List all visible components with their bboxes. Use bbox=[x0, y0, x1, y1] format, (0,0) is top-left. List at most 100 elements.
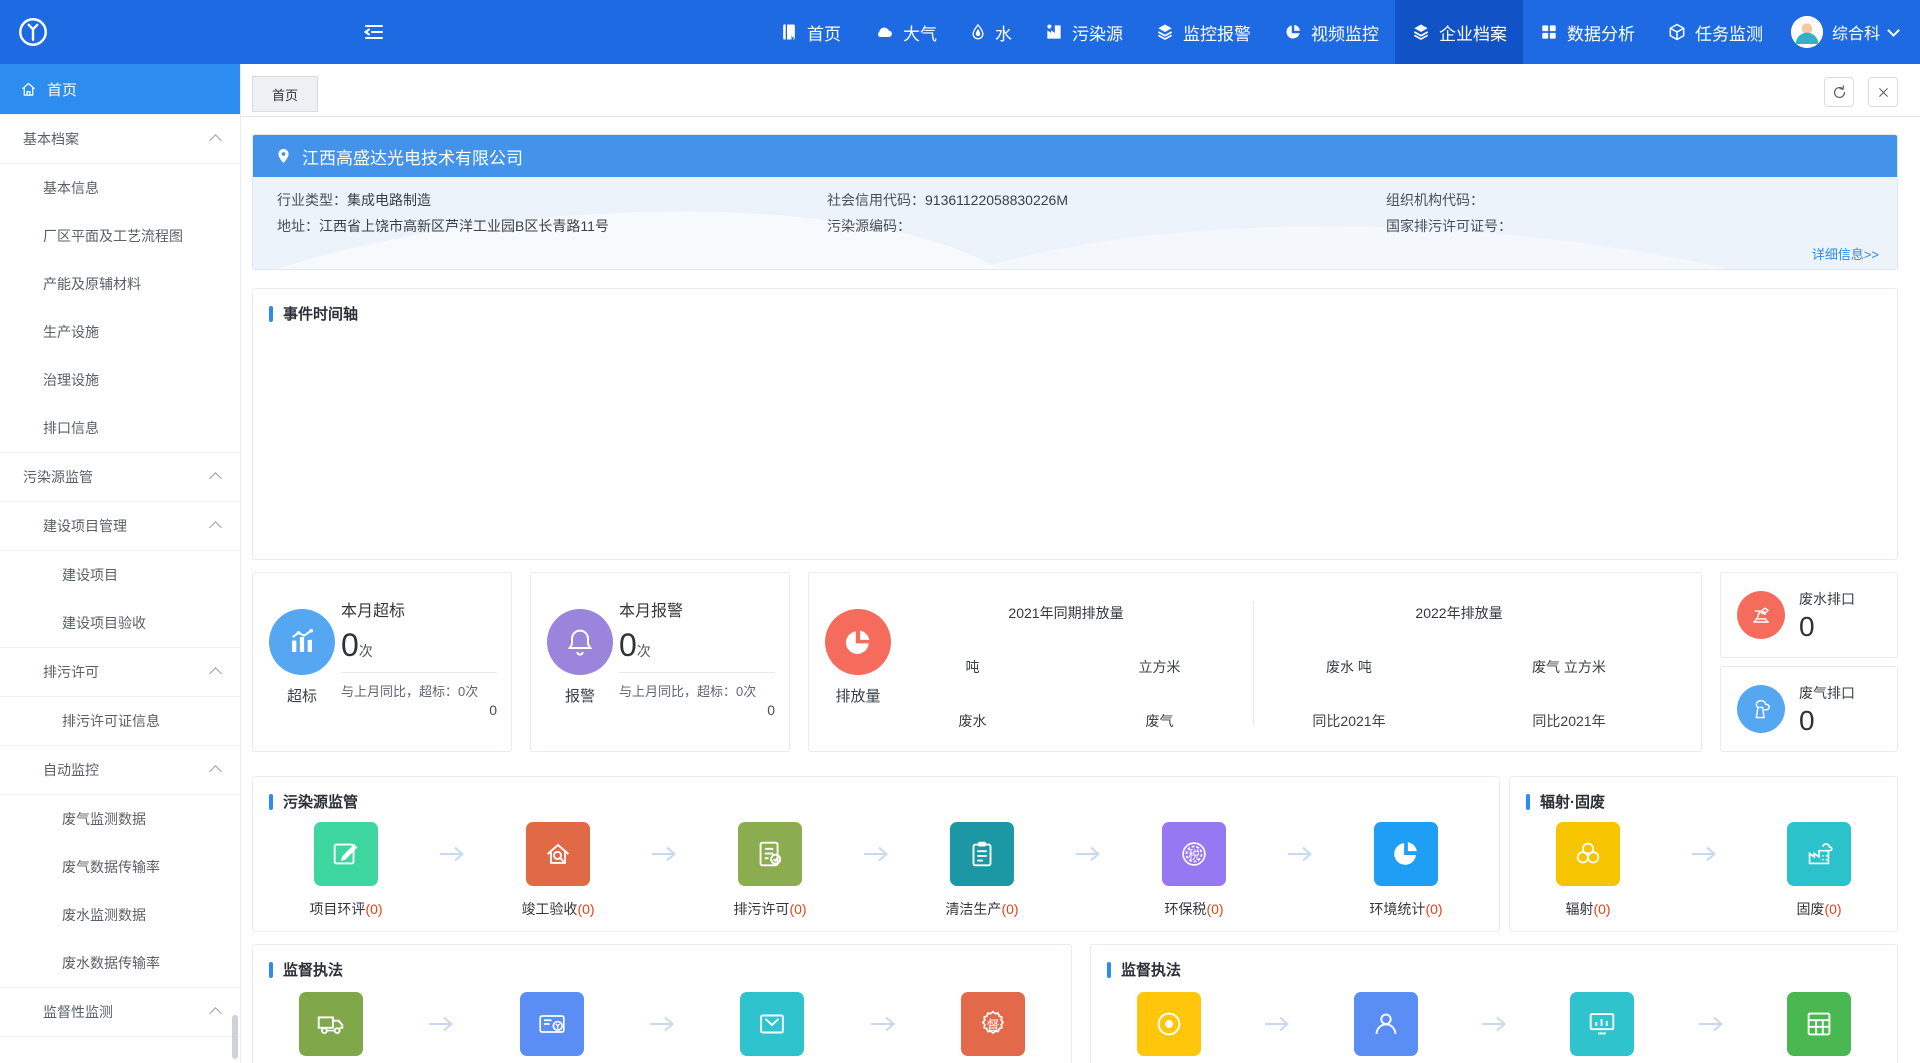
pie-chart-icon bbox=[1389, 837, 1423, 871]
sidebar-item-production-facility[interactable]: 生产设施 bbox=[0, 308, 240, 356]
document-check-icon bbox=[753, 837, 787, 871]
workflow-item-solid-waste[interactable]: 固废(0) bbox=[1759, 822, 1879, 919]
chevron-down-icon bbox=[1887, 24, 1900, 37]
sidebar-item-label: 排口信息 bbox=[43, 418, 99, 438]
sidebar-group-basic-archive[interactable]: 基本档案 bbox=[0, 114, 240, 164]
sidebar-group-supervisory-monitoring[interactable]: 监督性监测 bbox=[0, 987, 240, 1037]
field-org-code: 组织机构代码： bbox=[1386, 190, 1484, 210]
refresh-button[interactable] bbox=[1824, 77, 1854, 107]
sidebar-item-water-monitor-data[interactable]: 废水监测数据 bbox=[0, 891, 240, 939]
chevron-up-icon bbox=[209, 765, 222, 778]
emission-cell: 废水 吨 bbox=[1239, 657, 1459, 677]
monthly-overlimit-card: 超标 本月超标 0次 与上月同比，超标：0次 0 bbox=[252, 572, 512, 752]
workflow-item-completion-acceptance[interactable]: 竣工验收(0) bbox=[493, 822, 623, 919]
alarm-title: 本月报警 bbox=[619, 597, 775, 621]
nav-item-water[interactable]: 水 bbox=[953, 0, 1028, 64]
workflow-item-environment-statistics[interactable]: 环境统计(0) bbox=[1341, 822, 1471, 919]
sidebar-group-pollution-supervision[interactable]: 污染源监管 bbox=[0, 452, 240, 502]
sidebar-item-gas-monitor-data[interactable]: 废气监测数据 bbox=[0, 795, 240, 843]
nav-item-air[interactable]: 大气 bbox=[857, 0, 953, 64]
sidebar-item-label: 建设项目验收 bbox=[62, 613, 146, 633]
detail-info-link[interactable]: 详细信息>> bbox=[1812, 244, 1879, 263]
nav-item-monitor-alarm[interactable]: 监控报警 bbox=[1139, 0, 1267, 64]
section-title: 事件时间轴 bbox=[283, 303, 358, 324]
sidebar-group-construction-project-mgmt[interactable]: 建设项目管理 bbox=[0, 502, 240, 551]
gas-outlet-card[interactable]: 废气排口 0 bbox=[1720, 666, 1898, 752]
sidebar-item-basic-info[interactable]: 基本信息 bbox=[0, 164, 240, 212]
gas-outlet-value: 0 bbox=[1799, 705, 1815, 737]
section-bar bbox=[1526, 794, 1530, 810]
page-content: 江西高盛达光电技术有限公司 行业类型：集成电路制造 社会信用代码：9136112… bbox=[240, 116, 1920, 1063]
water-outlet-title: 废水排口 bbox=[1799, 589, 1855, 609]
law-enforcement-card-right: 监督执法 bbox=[1090, 944, 1898, 1063]
home-icon bbox=[20, 81, 37, 98]
workflow-item-discharge-permit[interactable]: 排污许可(0) bbox=[705, 822, 835, 919]
sidebar-collapse-icon[interactable] bbox=[362, 20, 386, 44]
close-icon[interactable] bbox=[1868, 77, 1898, 107]
nav-item-data-analysis[interactable]: 数据分析 bbox=[1523, 0, 1651, 64]
water-pump-icon bbox=[1747, 601, 1775, 629]
water-outlet-circle bbox=[1737, 591, 1785, 639]
law-item-record-table[interactable] bbox=[1771, 992, 1867, 1056]
divider bbox=[619, 672, 775, 673]
sidebar-item-plant-layout[interactable]: 厂区平面及工艺流程图 bbox=[0, 212, 240, 260]
tab-home[interactable]: 首页 bbox=[252, 76, 318, 112]
alarm-value: 0次 bbox=[619, 627, 775, 664]
sidebar-item-label: 自动监控 bbox=[43, 760, 99, 780]
monthly-alarm-card: 报警 本月报警 0次 与上月同比，超标：0次 0 bbox=[530, 572, 790, 752]
event-timeline-card: 事件时间轴 bbox=[252, 288, 1898, 560]
company-header: 江西高盛达光电技术有限公司 bbox=[253, 135, 1897, 177]
law-item-penalty-ticket[interactable] bbox=[504, 992, 600, 1056]
law-item-monitor-report[interactable] bbox=[1554, 992, 1650, 1056]
nav-item-task-monitor[interactable]: 任务监测 bbox=[1651, 0, 1779, 64]
arrow-right-icon bbox=[600, 992, 725, 1056]
law-item-patrol-truck[interactable] bbox=[283, 992, 379, 1056]
sidebar-item-outlet-info[interactable]: 排口信息 bbox=[0, 404, 240, 452]
law-item-supervision-badge[interactable]: 督 bbox=[945, 992, 1041, 1056]
sidebar-item-gas-transfer-rate[interactable]: 废气数据传输率 bbox=[0, 843, 240, 891]
sidebar-item-construction-acceptance[interactable]: 建设项目验收 bbox=[0, 599, 240, 647]
sidebar-item-label: 废水数据传输率 bbox=[62, 953, 160, 973]
workflow-item-clean-production[interactable]: 清洁生产(0) bbox=[917, 822, 1047, 919]
sidebar-item-capacity-materials[interactable]: 产能及原辅材料 bbox=[0, 260, 240, 308]
mail-icon bbox=[755, 1007, 789, 1041]
nav-item-pollution-source[interactable]: 污染源 bbox=[1028, 0, 1139, 64]
water-outlet-card[interactable]: 废水排口 0 bbox=[1720, 572, 1898, 658]
clipboard-icon bbox=[965, 837, 999, 871]
workflow-item-environment-tax[interactable]: 税 环保税(0) bbox=[1129, 822, 1259, 919]
user-menu[interactable]: 综合科 bbox=[1779, 0, 1920, 64]
sidebar-item-label: 建设项目 bbox=[62, 565, 118, 585]
pollution-workflow-card: 污染源监管 项目环评(0) 竣工验收(0) 排污许可(0) bbox=[252, 776, 1500, 932]
alarm-badge: 报警 bbox=[537, 685, 623, 706]
alarm-circle bbox=[547, 609, 613, 675]
law-item-onsite-inspection[interactable] bbox=[1121, 992, 1217, 1056]
nav-item-enterprise-archive[interactable]: 企业档案 bbox=[1395, 0, 1523, 64]
workflow-item-radiation[interactable]: 辐射(0) bbox=[1528, 822, 1648, 919]
nav-item-home[interactable]: 首页 bbox=[763, 0, 857, 64]
emission-cell: 立方米 bbox=[1066, 657, 1253, 677]
pie-chart-icon bbox=[1283, 22, 1303, 42]
pie-chart-icon bbox=[841, 625, 875, 659]
sidebar-item-permit-info[interactable]: 排污许可证信息 bbox=[0, 697, 240, 745]
section-title: 监督执法 bbox=[283, 959, 343, 980]
sidebar-group-auto-monitoring[interactable]: 自动监控 bbox=[0, 745, 240, 795]
alarm-compare-value: 0 bbox=[619, 702, 775, 718]
sidebar-item-home[interactable]: 首页 bbox=[0, 64, 240, 114]
nav-label: 污染源 bbox=[1072, 20, 1123, 45]
section-title: 污染源监管 bbox=[283, 791, 358, 812]
sidebar-item-water-transfer-rate[interactable]: 废水数据传输率 bbox=[0, 939, 240, 987]
arrow-right-icon bbox=[1217, 992, 1338, 1056]
emission-cell: 废气 立方米 bbox=[1459, 657, 1679, 677]
tab-label: 首页 bbox=[272, 85, 298, 104]
sidebar-scrollbar[interactable] bbox=[232, 1015, 238, 1059]
sidebar-item-construction-project[interactable]: 建设项目 bbox=[0, 551, 240, 599]
sidebar-item-treatment-facility[interactable]: 治理设施 bbox=[0, 356, 240, 404]
law-item-notice-mail[interactable] bbox=[724, 992, 820, 1056]
company-info-panel: 行业类型：集成电路制造 社会信用代码：91361122058830226M 组织… bbox=[253, 177, 1897, 270]
workflow-item-project-eia[interactable]: 项目环评(0) bbox=[281, 822, 411, 919]
sidebar-group-discharge-permit[interactable]: 排污许可 bbox=[0, 647, 240, 697]
edit-icon bbox=[329, 837, 363, 871]
sidebar-item-label: 产能及原辅材料 bbox=[43, 274, 141, 294]
law-item-inspector[interactable] bbox=[1338, 992, 1434, 1056]
nav-item-video-monitor[interactable]: 视频监控 bbox=[1267, 0, 1395, 64]
